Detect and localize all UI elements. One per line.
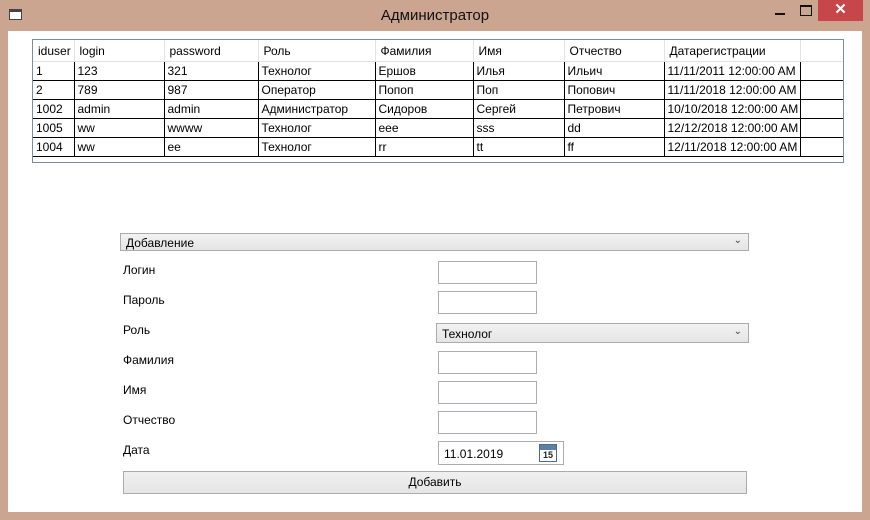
password-label: Пароль <box>123 293 165 307</box>
column-header-password[interactable]: password <box>164 40 259 62</box>
date-label: Дата <box>123 443 150 457</box>
cell-password[interactable]: wwww <box>164 118 259 138</box>
cell-patronymic[interactable]: Петрович <box>564 99 665 119</box>
main-window: Администратор ✕ iduser login password Ро… <box>0 0 870 520</box>
cell-registration-date[interactable]: 11/11/2011 12:00:00 AM <box>664 61 801 81</box>
password-field[interactable] <box>438 291 537 314</box>
cell-password[interactable]: 987 <box>164 80 259 100</box>
column-header-registration-date[interactable]: Датарегистрации <box>664 40 801 62</box>
row-filler <box>800 99 843 119</box>
cell-login[interactable]: 123 <box>74 61 165 81</box>
row-filler <box>800 137 843 157</box>
table-row[interactable]: 2 789 987 Оператор Попоп Поп Попович 11/… <box>33 80 843 100</box>
mode-combobox[interactable]: Добавление ⌄ <box>120 233 749 251</box>
cell-iduser[interactable]: 2 <box>33 80 75 100</box>
table-row[interactable]: 1004 ww ee Технолог rr tt ff 12/11/2018 … <box>33 137 843 157</box>
cell-name[interactable]: sss <box>473 118 565 138</box>
table-row[interactable]: 1 123 321 Технолог Ершов Илья Ильич 11/1… <box>33 61 843 81</box>
cell-password[interactable]: ee <box>164 137 259 157</box>
row-filler <box>800 61 843 81</box>
column-header-surname[interactable]: Фамилия <box>375 40 474 62</box>
cell-login[interactable]: ww <box>74 118 165 138</box>
cell-password[interactable]: admin <box>164 99 259 119</box>
cell-patronymic[interactable]: Попович <box>564 80 665 100</box>
patronymic-label: Отчество <box>123 413 176 427</box>
cell-patronymic[interactable]: Ильич <box>564 61 665 81</box>
cell-login[interactable]: admin <box>74 99 165 119</box>
add-button[interactable]: Добавить <box>123 471 747 494</box>
cell-login[interactable]: 789 <box>74 80 165 100</box>
users-table: iduser login password Роль Фамилия Имя О… <box>33 40 843 157</box>
column-header-patronymic[interactable]: Отчество <box>564 40 665 62</box>
window-title: Администратор <box>380 7 490 24</box>
cell-registration-date[interactable]: 12/11/2018 12:00:00 AM <box>664 137 801 157</box>
column-header-role[interactable]: Роль <box>258 40 376 62</box>
role-combobox[interactable]: Технолог ⌄ <box>436 323 749 343</box>
maximize-button[interactable] <box>793 0 819 21</box>
chevron-down-icon: ⌄ <box>733 326 742 337</box>
users-grid[interactable]: iduser login password Роль Фамилия Имя О… <box>32 39 844 163</box>
chevron-down-icon: ⌄ <box>733 235 742 246</box>
cell-iduser[interactable]: 1004 <box>33 137 75 157</box>
cell-name[interactable]: Илья <box>473 61 565 81</box>
cell-name[interactable]: Поп <box>473 80 565 100</box>
role-label: Роль <box>123 323 151 337</box>
cell-registration-date[interactable]: 12/12/2018 12:00:00 AM <box>664 118 801 138</box>
mode-combobox-value: Добавление <box>126 236 194 250</box>
login-label: Логин <box>123 263 156 277</box>
cell-registration-date[interactable]: 11/11/2018 12:00:00 AM <box>664 80 801 100</box>
column-header-filler <box>800 40 843 62</box>
window-client-area: iduser login password Роль Фамилия Имя О… <box>8 31 862 512</box>
column-header-iduser[interactable]: iduser <box>33 40 75 62</box>
cell-role[interactable]: Администратор <box>258 99 376 119</box>
close-button[interactable]: ✕ <box>818 0 863 21</box>
cell-surname[interactable]: Ершов <box>375 61 474 81</box>
date-picker[interactable]: 11.01.2019 15 <box>438 441 564 465</box>
cell-name[interactable]: tt <box>473 137 565 157</box>
row-filler <box>800 80 843 100</box>
cell-login[interactable]: ww <box>74 137 165 157</box>
role-combobox-value: Технолог <box>442 327 493 341</box>
column-header-name[interactable]: Имя <box>473 40 565 62</box>
title-bar[interactable]: Администратор ✕ <box>0 0 870 32</box>
cell-iduser[interactable]: 1002 <box>33 99 75 119</box>
surname-field[interactable] <box>438 351 537 374</box>
cell-role[interactable]: Оператор <box>258 80 376 100</box>
cell-surname[interactable]: Сидоров <box>375 99 474 119</box>
cell-role[interactable]: Технолог <box>258 137 376 157</box>
calendar-icon[interactable]: 15 <box>539 444 557 462</box>
surname-label: Фамилия <box>123 353 174 367</box>
column-header-login[interactable]: login <box>74 40 165 62</box>
cell-surname[interactable]: rr <box>375 137 474 157</box>
cell-iduser[interactable]: 1 <box>33 61 75 81</box>
patronymic-field[interactable] <box>438 411 537 434</box>
cell-surname[interactable]: eee <box>375 118 474 138</box>
minimize-button[interactable] <box>767 0 793 21</box>
cell-surname[interactable]: Попоп <box>375 80 474 100</box>
cell-registration-date[interactable]: 10/10/2018 12:00:00 AM <box>664 99 801 119</box>
name-label: Имя <box>123 383 147 397</box>
cell-iduser[interactable]: 1005 <box>33 118 75 138</box>
login-field[interactable] <box>438 261 537 284</box>
cell-name[interactable]: Сергей <box>473 99 565 119</box>
row-filler <box>800 118 843 138</box>
cell-patronymic[interactable]: ff <box>564 137 665 157</box>
name-field[interactable] <box>438 381 537 404</box>
calendar-icon-day: 15 <box>542 450 553 460</box>
cell-role[interactable]: Технолог <box>258 61 376 81</box>
cell-patronymic[interactable]: dd <box>564 118 665 138</box>
cell-password[interactable]: 321 <box>164 61 259 81</box>
date-picker-value[interactable]: 11.01.2019 <box>444 447 503 461</box>
table-row[interactable]: 1005 ww wwww Технолог eee sss dd 12/12/2… <box>33 118 843 138</box>
grid-header-row: iduser login password Роль Фамилия Имя О… <box>33 40 843 62</box>
cell-role[interactable]: Технолог <box>258 118 376 138</box>
table-row[interactable]: 1002 admin admin Администратор Сидоров С… <box>33 99 843 119</box>
